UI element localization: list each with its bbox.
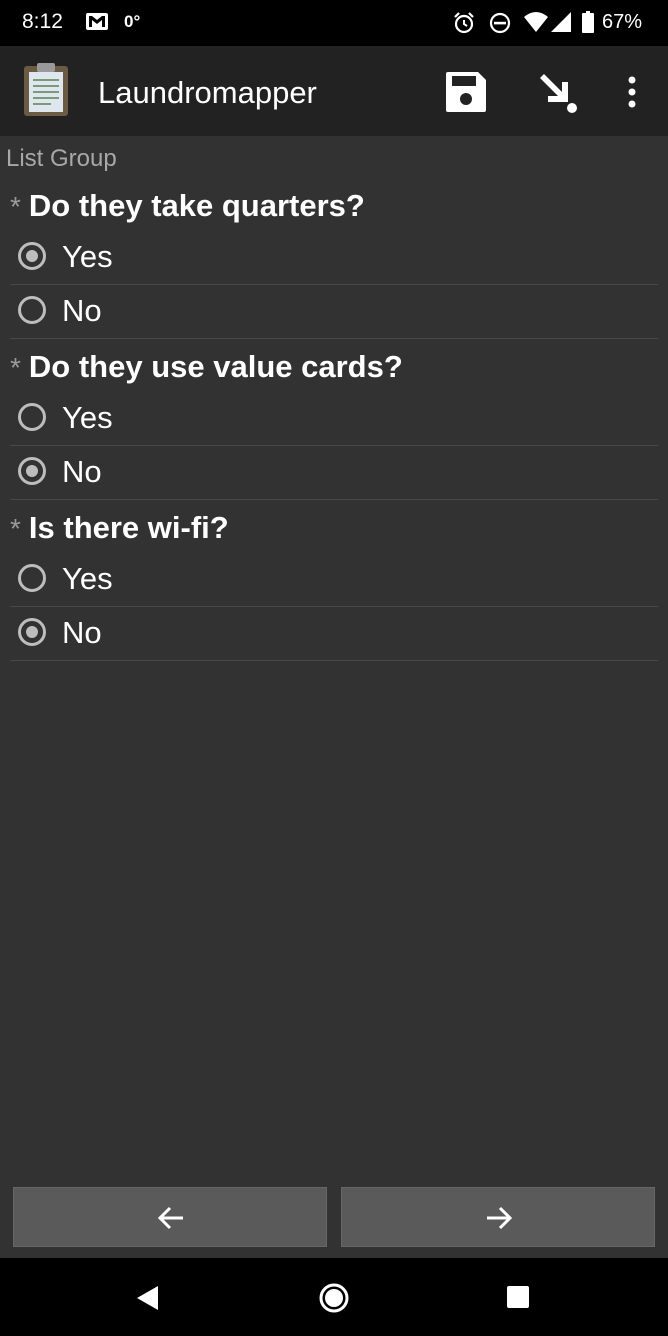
option-label: No [62,293,102,328]
radio-option-no[interactable]: No [10,608,658,661]
question-title: * Do they take quarters? [10,188,365,224]
required-marker: * [10,352,21,383]
status-time: 8:12 [22,10,63,33]
app-title: Laundromapper [98,75,317,110]
app-bar: Laundromapper [0,46,668,136]
question-text: Do they use value cards? [28,349,403,384]
radio-option-no[interactable]: No [10,286,658,339]
question-title: * Do they use value cards? [10,349,403,385]
wifi-icon [524,12,548,32]
next-button[interactable] [341,1187,655,1247]
question-text: Is there wi-fi? [28,510,229,545]
save-icon[interactable] [444,70,488,114]
radio-button[interactable] [18,403,46,431]
back-icon[interactable] [134,1284,162,1312]
previous-button[interactable] [13,1187,327,1247]
status-temperature: 0° [124,12,141,31]
arrow-left-icon [157,1206,183,1230]
do-not-disturb-icon [489,12,511,34]
radio-option-yes[interactable]: Yes [10,554,658,607]
signal-icon [551,12,571,32]
battery-percent: 67% [602,11,643,33]
group-label: List Group [6,145,117,172]
radio-button-selected[interactable] [18,242,46,270]
option-label: No [62,615,102,650]
jump-to-icon[interactable] [536,70,580,114]
arrow-right-icon [487,1206,513,1230]
system-navigation-bar [0,1258,668,1336]
radio-button-selected[interactable] [18,457,46,485]
radio-option-yes[interactable]: Yes [10,393,658,446]
question-text: Do they take quarters? [28,188,365,223]
home-icon[interactable] [318,1282,350,1314]
recents-icon[interactable] [506,1285,530,1309]
battery-icon [582,11,594,33]
radio-button-selected[interactable] [18,618,46,646]
alarm-icon [454,12,474,34]
option-label: No [62,454,102,489]
required-marker: * [10,513,21,544]
status-bar: 8:12 0° 67% [0,0,668,46]
question-title: * Is there wi-fi? [10,510,229,546]
option-label: Yes [62,239,113,274]
option-label: Yes [62,400,113,435]
radio-option-no[interactable]: No [10,447,658,500]
mail-icon [86,13,108,30]
radio-option-yes[interactable]: Yes [10,232,658,285]
radio-button[interactable] [18,296,46,324]
option-label: Yes [62,561,113,596]
radio-button[interactable] [18,564,46,592]
clipboard-icon [24,63,68,116]
required-marker: * [10,191,21,222]
more-options-icon[interactable] [616,70,648,114]
